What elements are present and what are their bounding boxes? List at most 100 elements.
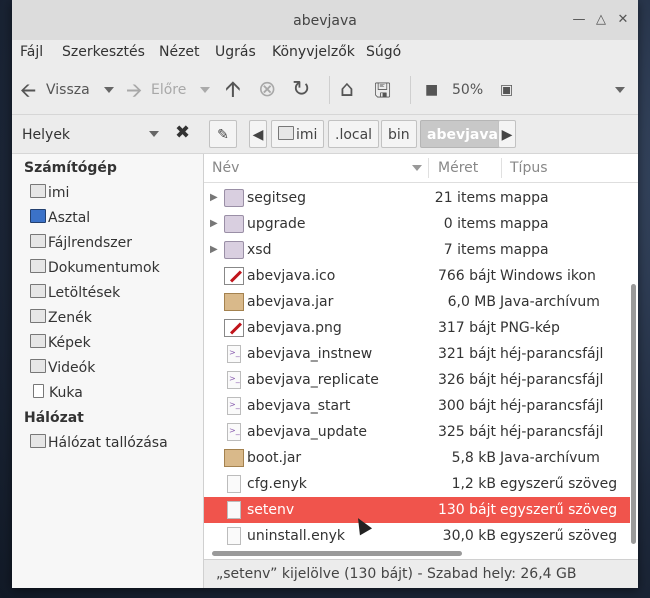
sidebar-item-browse-network[interactable]: Hálózat tallózása (30, 431, 168, 455)
table-row[interactable]: abevjava_replicate 326 bájthéj-parancsfáj… (204, 366, 630, 393)
downloads-folder-icon (30, 284, 46, 298)
status-bar: „setenv” kijelölve (130 bájt) - Szabad h… (204, 559, 638, 588)
expand-arrow-icon[interactable]: ▶ (210, 185, 218, 211)
file-type: Windows ikon (500, 268, 596, 284)
sidebar-item-filesystem[interactable]: Fájlrendszer (30, 231, 132, 255)
column-name[interactable]: Név (212, 160, 239, 176)
crumb-abevjava[interactable]: abevjava (420, 120, 505, 148)
menu-help[interactable]: Súgó (366, 44, 401, 60)
back-arrow-icon[interactable]: 🡨 (20, 66, 36, 114)
table-row[interactable]: abevjava.ico 766 bájt Windows ikon (204, 263, 630, 289)
videos-folder-icon (30, 359, 46, 373)
file-type: PNG-kép (500, 320, 560, 336)
folder-icon (224, 189, 244, 207)
documents-folder-icon (30, 259, 46, 273)
table-row[interactable]: uninstall.enyk 30,0 kB egyszerű szöveg (204, 523, 630, 549)
edit-location-icon[interactable]: ✎ (209, 120, 237, 148)
toolbar-separator (410, 76, 411, 104)
sidebar-item-documents[interactable]: Dokumentumok (30, 256, 160, 280)
computer-icon[interactable]: 🖫 (374, 66, 391, 114)
menu-view[interactable]: Nézet (159, 44, 200, 60)
sidebar-item-videos[interactable]: Videók (30, 356, 95, 380)
column-size[interactable]: Méret (438, 160, 478, 176)
crumb-scroll-left-icon[interactable]: ◀ (249, 120, 267, 148)
maximize-icon[interactable]: △ (594, 13, 608, 27)
menu-bookmarks[interactable]: Könyvjelzők (272, 44, 355, 60)
music-folder-icon (30, 309, 46, 323)
crumb-scroll-right-icon[interactable]: ▶ (498, 120, 516, 148)
file-name: xsd (247, 242, 272, 258)
sidebar-item-home[interactable]: imi (30, 181, 69, 205)
minimize-icon[interactable]: — (572, 13, 586, 27)
script-icon (227, 366, 241, 392)
table-row[interactable]: abevjava_instnew 321 bájthéj-parancsfájl (204, 340, 630, 367)
column-separator[interactable] (428, 158, 429, 178)
sidebar-item-label: Dokumentumok (48, 260, 160, 276)
sidebar-places-label[interactable]: Helyek (22, 127, 70, 143)
back-button[interactable]: Vissza (46, 66, 90, 114)
expand-arrow-icon[interactable]: ▶ (210, 237, 218, 263)
toolbar-overflow-icon[interactable] (615, 87, 625, 93)
jar-icon (224, 293, 244, 311)
sidebar-item-trash[interactable]: Kuka (30, 381, 83, 405)
column-type[interactable]: Típus (510, 160, 548, 176)
table-row[interactable]: ▶ upgrade 0 items mappa (204, 211, 630, 237)
toolbar: 🡨 Vissza 🡪 Előre 🡩 ⊗ ↻ ⌂ 🖫 ■ 50% ▣ (12, 66, 638, 115)
expand-arrow-icon[interactable]: ▶ (210, 211, 218, 237)
menu-go[interactable]: Ugrás (215, 44, 256, 60)
home-folder-icon (30, 184, 46, 198)
sidebar-item-desktop[interactable]: Asztal (30, 206, 90, 230)
file-manager-window: abevjava — △ ✕ Fájl Szerkesztés Nézet Ug… (12, 0, 638, 588)
title-bar[interactable]: abevjava — △ ✕ (12, 0, 638, 41)
table-row[interactable]: ▶ xsd 7 items mappa (204, 237, 630, 263)
jar-icon (224, 449, 244, 467)
forward-button[interactable]: Előre (151, 66, 186, 114)
file-name: boot.jar (247, 450, 302, 466)
stop-icon[interactable]: ⊗ (258, 66, 276, 114)
crumb-home[interactable]: imi (271, 120, 325, 148)
crumb-home-label: imi (296, 127, 318, 143)
forward-history-dropdown-icon[interactable] (200, 87, 210, 93)
table-row[interactable]: ▶ segitseg 21 items mappa (204, 185, 630, 211)
table-row[interactable]: abevjava_update 325 bájthéj-parancsfájl (204, 418, 630, 445)
table-row[interactable]: boot.jar 5,8 kB Java-archívum (204, 445, 630, 471)
sort-indicator-icon (412, 165, 422, 171)
file-type: héj-parancsfájl (500, 424, 604, 440)
sidebar-item-pictures[interactable]: Képek (30, 331, 91, 355)
image-icon (224, 267, 244, 285)
table-row[interactable]: setenv 130 bájt egyszerű szöveg (204, 497, 630, 523)
window-title: abevjava (293, 13, 357, 29)
menu-file[interactable]: Fájl (20, 44, 43, 60)
vertical-scrollbar[interactable] (631, 284, 636, 544)
file-type: egyszerű szöveg (500, 476, 618, 492)
home-icon[interactable]: ⌂ (340, 66, 354, 114)
close-icon[interactable]: ✕ (616, 13, 630, 27)
sidebar-item-label: imi (48, 185, 70, 201)
up-arrow-icon[interactable]: 🡩 (225, 66, 241, 114)
menu-edit[interactable]: Szerkesztés (62, 44, 145, 60)
table-row[interactable]: abevjava.jar 6,0 MB Java-archívum (204, 289, 630, 315)
forward-arrow-icon[interactable]: 🡪 (126, 66, 142, 114)
file-size: 321 bájt (437, 346, 496, 362)
reload-icon[interactable]: ↻ (292, 66, 310, 114)
table-row[interactable]: abevjava_start 300 bájthéj-parancsfájl (204, 392, 630, 419)
file-name: abevjava.ico (247, 268, 336, 284)
zoom-in-icon[interactable]: ▣ (500, 66, 513, 114)
column-separator[interactable] (501, 158, 502, 178)
crumb-local[interactable]: .local (328, 120, 380, 148)
back-history-dropdown-icon[interactable] (104, 87, 114, 93)
sidebar-dropdown-icon[interactable] (149, 131, 159, 137)
sidebar-item-label: Zenék (48, 310, 92, 326)
file-type: héj-parancsfájl (500, 346, 604, 362)
crumb-bin[interactable]: bin (381, 120, 417, 148)
close-sidebar-icon[interactable]: ✖ (175, 122, 190, 143)
zoom-out-icon[interactable]: ■ (425, 66, 438, 114)
folder-icon (224, 215, 244, 233)
zoom-level: 50% (452, 82, 484, 98)
sidebar-item-music[interactable]: Zenék (30, 306, 92, 330)
file-name: abevjava_update (247, 424, 368, 440)
table-row[interactable]: abevjava.png 317 bájt PNG-kép (204, 315, 630, 341)
sidebar-item-downloads[interactable]: Letöltések (30, 281, 120, 305)
horizontal-scrollbar[interactable] (212, 551, 462, 556)
table-row[interactable]: cfg.enyk 1,2 kB egyszerű szöveg (204, 471, 630, 497)
